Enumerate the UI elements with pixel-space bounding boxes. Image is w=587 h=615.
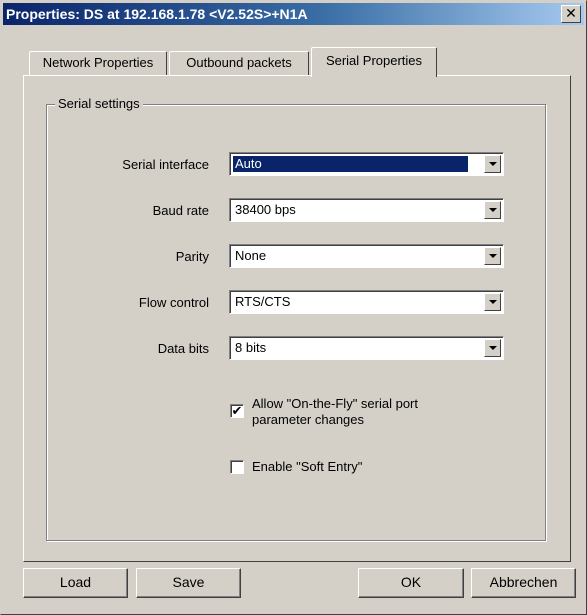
chevron-down-icon[interactable] <box>484 293 501 311</box>
combo-value: Auto <box>232 155 469 173</box>
soft-entry-checkbox[interactable] <box>230 460 244 474</box>
close-button[interactable]: ✕ <box>561 5 581 23</box>
flow-control-label: Flow control <box>138 295 209 310</box>
chevron-down-icon[interactable] <box>484 155 501 173</box>
load-button[interactable]: Load <box>23 568 128 598</box>
label-line: Enable "Soft Entry" <box>252 459 363 474</box>
data-bits-select[interactable]: 8 bits <box>229 336 504 360</box>
tab-serial-properties[interactable]: Serial Properties <box>311 47 437 77</box>
flow-control-select[interactable]: RTS/CTS <box>229 290 504 314</box>
save-button[interactable]: Save <box>136 568 241 598</box>
data-bits-label: Data bits <box>157 341 209 356</box>
parity-select[interactable]: None <box>229 244 504 268</box>
combo-value: RTS/CTS <box>235 294 291 309</box>
button-label: Load <box>59 574 92 590</box>
serial-interface-label: Serial interface <box>122 157 209 172</box>
soft-entry-label[interactable]: Enable "Soft Entry" <box>252 459 362 475</box>
button-label: Save <box>172 574 205 590</box>
ok-button[interactable]: OK <box>358 568 464 598</box>
serial-properties-panel: Serial settings Serial interface Auto Ba… <box>23 75 571 562</box>
baud-rate-label: Baud rate <box>152 203 209 218</box>
baud-rate-select[interactable]: 38400 bps <box>229 198 504 222</box>
label-line: Allow "On-the-Fly" serial port <box>252 396 418 411</box>
title-bar[interactable]: Properties: DS at 192.168.1.78 <V2.52S>+… <box>3 3 584 25</box>
button-label: Abbrechen <box>489 574 558 590</box>
on-the-fly-label[interactable]: Allow "On-the-Fly" serial port parameter… <box>252 396 418 428</box>
tab-label: Network Properties <box>42 55 154 70</box>
chevron-down-icon[interactable] <box>484 201 501 219</box>
serial-interface-select[interactable]: Auto <box>229 152 504 176</box>
chevron-down-icon[interactable] <box>484 339 501 357</box>
chevron-down-icon[interactable] <box>484 247 501 265</box>
button-label: OK <box>400 574 422 590</box>
window-title: Properties: DS at 192.168.1.78 <V2.52S>+… <box>6 6 308 22</box>
label-line: parameter changes <box>252 412 365 427</box>
tab-label: Serial Properties <box>325 53 423 68</box>
group-label: Serial settings <box>55 96 143 111</box>
tab-network-properties[interactable]: Network Properties <box>29 51 167 75</box>
parity-label: Parity <box>175 249 209 264</box>
combo-value: 8 bits <box>235 340 267 355</box>
checkmark-icon: ✔ <box>231 403 243 418</box>
properties-dialog: Properties: DS at 192.168.1.78 <V2.52S>+… <box>0 0 587 615</box>
combo-value: None <box>235 248 267 263</box>
tab-label: Outbound packets <box>186 55 292 70</box>
tab-outbound-packets[interactable]: Outbound packets <box>169 51 309 75</box>
cancel-button[interactable]: Abbrechen <box>471 568 576 598</box>
close-icon: ✕ <box>565 5 577 21</box>
combo-value: 38400 bps <box>235 202 296 217</box>
on-the-fly-checkbox[interactable]: ✔ <box>230 404 244 418</box>
